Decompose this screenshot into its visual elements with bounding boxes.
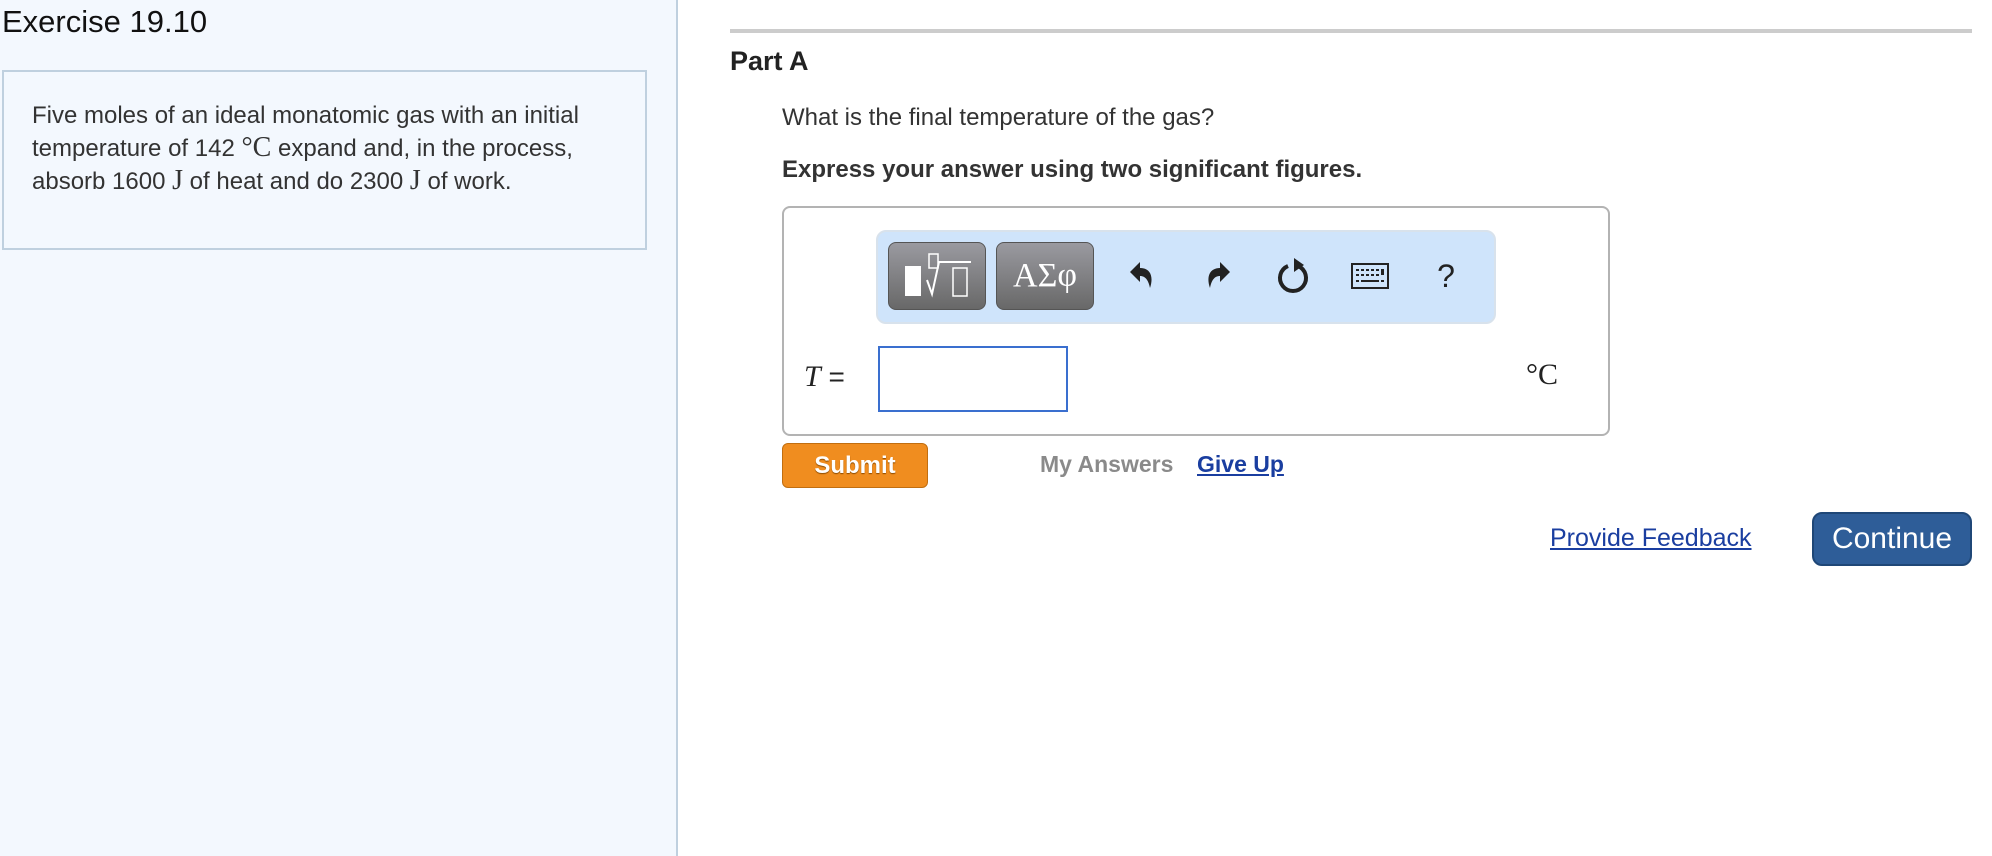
templates-button[interactable] bbox=[888, 242, 986, 310]
submit-button[interactable]: Submit bbox=[782, 443, 928, 488]
exercise-title: Exercise 19.10 bbox=[2, 4, 208, 39]
redo-icon bbox=[1208, 262, 1230, 288]
equals-sign: = bbox=[828, 361, 845, 392]
give-up-link[interactable]: Give Up bbox=[1197, 451, 1284, 478]
answer-box: ΑΣφ ? T = °C bbox=[782, 206, 1610, 436]
problem-text: of work. bbox=[420, 168, 512, 195]
divider bbox=[730, 29, 1972, 33]
help-icon: ? bbox=[1437, 257, 1455, 294]
keyboard-icon bbox=[1351, 263, 1389, 289]
problem-panel: Exercise 19.10 Five moles of an ideal mo… bbox=[0, 0, 678, 856]
keyboard-button[interactable] bbox=[1348, 252, 1392, 300]
question-text: What is the final temperature of the gas… bbox=[782, 104, 1215, 131]
continue-button[interactable]: Continue bbox=[1812, 512, 1972, 566]
help-button[interactable]: ? bbox=[1424, 252, 1468, 300]
unit-joule: J bbox=[172, 165, 184, 196]
redo-button[interactable] bbox=[1196, 252, 1240, 300]
math-toolbar: ΑΣφ ? bbox=[876, 230, 1496, 324]
answer-unit: °C bbox=[1526, 358, 1559, 391]
symbols-icon: ΑΣφ bbox=[1013, 257, 1077, 294]
problem-statement: Five moles of an ideal monatomic gas wit… bbox=[2, 70, 647, 250]
problem-text: of heat and do 2300 bbox=[183, 168, 410, 195]
templates-icon bbox=[905, 253, 971, 298]
part-title: Part A bbox=[730, 46, 809, 76]
symbols-button[interactable]: ΑΣφ bbox=[996, 242, 1094, 310]
provide-feedback-link[interactable]: Provide Feedback bbox=[1550, 524, 1752, 553]
my-answers-label: My Answers bbox=[1040, 451, 1174, 477]
reset-icon bbox=[1278, 258, 1308, 293]
unit-joule: J bbox=[409, 165, 421, 196]
undo-icon bbox=[1130, 262, 1152, 288]
variable-name: T bbox=[804, 360, 821, 393]
unit-celsius: °C bbox=[241, 132, 272, 163]
reset-button[interactable] bbox=[1272, 252, 1316, 300]
answer-input[interactable] bbox=[878, 346, 1068, 412]
instruction-text: Express your answer using two significan… bbox=[782, 156, 1363, 183]
answer-label: T = bbox=[804, 360, 845, 394]
undo-button[interactable] bbox=[1120, 252, 1164, 300]
